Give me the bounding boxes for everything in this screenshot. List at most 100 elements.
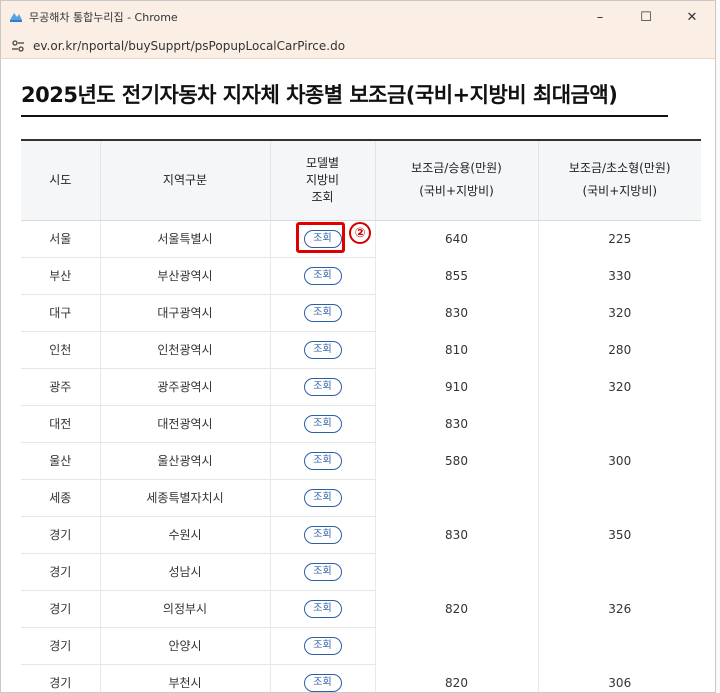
cell-passenger [375,627,539,664]
cell-passenger: 810 [375,331,539,368]
cell-passenger: 820 [375,664,539,692]
cell-compact [538,627,701,664]
cell-compact: 306 [608,675,632,690]
table-row: 부산 부산광역시 조회 855 330 [21,257,701,295]
header-compact-line2: (국비+지방비) [582,184,658,199]
cell-compact: 330 [608,268,632,283]
header-lookup-line1: 모델별 [305,155,340,170]
cell-passenger: 580 [375,442,539,479]
header-passenger-line1: 보조금/승용(만원) [411,161,502,176]
lookup-button[interactable]: 조회 [303,414,342,433]
cell-region: 안양시 [100,627,271,665]
browser-window: 무공해차 통합누리집 - Chrome – ☐ ✕ ev.or.kr/nport… [0,0,716,693]
cell-lookup: 조회 [270,257,376,295]
cell-compact [538,405,701,442]
address-bar[interactable]: ev.or.kr/nportal/buySupprt/psPopupLocalC… [1,33,715,59]
lookup-button[interactable]: 조회 [303,266,342,285]
cell-lookup: 조회 [270,331,376,369]
lookup-button[interactable]: 조회 [303,303,342,322]
lookup-button[interactable]: 조회 [303,525,342,544]
cell-region: 성남시 [100,553,271,591]
cell-lookup: 조회 [270,664,376,692]
header-province: 시도 [21,139,101,221]
cell-compact [538,479,701,516]
table-row: 인천 인천광역시 조회 810 280 [21,331,701,369]
page-title: 2025년도 전기자동차 지자체 차종별 보조금(국비+지방비 최대금액) [21,83,618,107]
table-row: 세종 세종특별자치시 조회 [21,479,701,517]
cell-lookup: 조회 [270,590,376,628]
table-row: 대구 대구광역시 조회 830 320 [21,294,701,332]
lookup-button[interactable]: 조회 [303,451,342,470]
cell-passenger: 640 [375,220,539,257]
lookup-button[interactable]: 조회 [303,562,342,581]
url-text[interactable]: ev.or.kr/nportal/buySupprt/psPopupLocalC… [33,39,345,53]
cell-province: 울산 [21,442,101,480]
cell-compact: 280 [608,342,632,357]
lookup-button[interactable]: 조회 [303,636,342,655]
cell-lookup: 조회 [270,553,376,591]
step-marker: ② [349,222,371,244]
cell-region: 인천광역시 [100,331,271,369]
table-header-row: 시도 지역구분 모델별 지방비 조회 보조금/승용(만원) (국비+지방비) 보… [21,139,701,221]
title-bar: 무공해차 통합누리집 - Chrome – ☐ ✕ [1,1,715,33]
cell-compact: 320 [608,305,632,320]
cell-compact: 326 [608,601,632,616]
header-compact-line1: 보조금/초소형(만원) [568,161,671,176]
cell-region: 대구광역시 [100,294,271,332]
cell-region: 부산광역시 [100,257,271,295]
title-divider [21,115,668,117]
table-row: 경기 부천시 조회 820 306 [21,664,701,692]
cell-region: 광주광역시 [100,368,271,406]
cell-lookup: 조회 [270,627,376,665]
header-compact-subsidy: 보조금/초소형(만원) (국비+지방비) [538,139,701,221]
cell-province: 경기 [21,627,101,665]
cell-province: 인천 [21,331,101,369]
highlight-box [296,222,345,253]
minimize-button[interactable]: – [577,1,623,33]
table-row: 경기 안양시 조회 [21,627,701,665]
cell-compact: 225 [608,231,632,246]
table-row: 경기 성남시 조회 [21,553,701,591]
cell-region: 부천시 [100,664,271,692]
lookup-button[interactable]: 조회 [303,340,342,359]
cell-lookup: 조회 [270,442,376,480]
maximize-button[interactable]: ☐ [623,1,669,33]
table-row: 울산 울산광역시 조회 580 300 [21,442,701,480]
cell-province: 대구 [21,294,101,332]
site-info-icon[interactable] [11,39,25,53]
cell-passenger: 910 [375,368,539,405]
cell-province: 경기 [21,553,101,591]
header-lookup-line2: 지방비 [305,172,340,187]
cell-passenger: 830 [375,405,539,442]
lookup-button[interactable]: 조회 [303,673,342,692]
cell-region: 세종특별자치시 [100,479,271,517]
cell-province: 경기 [21,590,101,628]
close-button[interactable]: ✕ [669,1,715,33]
cell-province: 경기 [21,516,101,554]
cell-region: 대전광역시 [100,405,271,443]
cell-passenger: 855 [375,257,539,294]
header-passenger-subsidy: 보조금/승용(만원) (국비+지방비) [375,139,539,221]
cell-passenger: 830 [375,516,539,553]
cell-province: 서울 [21,220,101,258]
cell-region: 의정부시 [100,590,271,628]
cell-province: 광주 [21,368,101,406]
background-edge [716,0,720,693]
cell-compact: 300 [608,453,632,468]
cell-lookup: 조회 [270,516,376,554]
table-row: 광주 광주광역시 조회 910 320 [21,368,701,406]
header-lookup: 모델별 지방비 조회 [270,139,376,221]
table-row: 대전 대전광역시 조회 830 [21,405,701,443]
lookup-button[interactable]: 조회 [303,377,342,396]
cell-province: 세종 [21,479,101,517]
lookup-button[interactable]: 조회 [303,599,342,618]
cell-passenger [375,553,539,590]
cell-region: 울산광역시 [100,442,271,480]
table-row: 경기 수원시 조회 830 350 [21,516,701,554]
cell-province: 경기 [21,664,101,692]
lookup-button[interactable]: 조회 [303,488,342,507]
cell-lookup: 조회 [270,479,376,517]
header-passenger-line2: (국비+지방비) [419,184,494,199]
cell-province: 대전 [21,405,101,443]
cell-lookup: 조회 [270,405,376,443]
